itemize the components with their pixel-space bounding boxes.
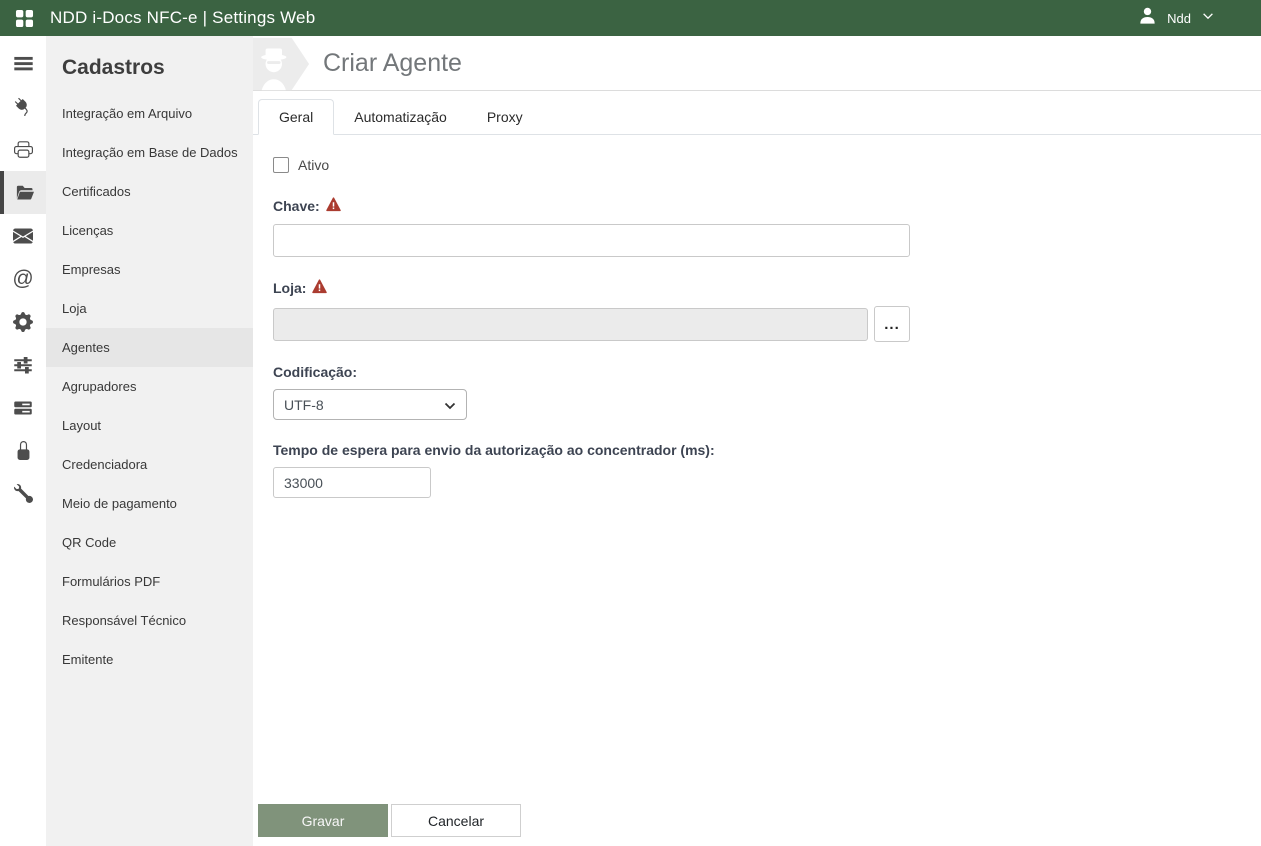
envelope-icon[interactable]: [0, 214, 46, 257]
warning-icon: [325, 197, 341, 215]
page-header: Criar Agente: [253, 36, 1261, 91]
ativo-field: Ativo: [273, 157, 1241, 173]
chave-input[interactable]: [273, 224, 910, 257]
tab-proxy[interactable]: Proxy: [467, 100, 543, 134]
loja-input: [273, 307, 868, 341]
plug-icon[interactable]: [0, 85, 46, 128]
chevron-down-icon: [444, 397, 456, 413]
user-menu[interactable]: Ndd: [1138, 6, 1215, 30]
loja-field: Loja: ...: [273, 279, 1241, 342]
sidebar-title: Cadastros: [62, 56, 165, 79]
agent-form: Ativo Chave: Loja: ... Codificação: UTF-…: [253, 135, 1261, 804]
ativo-label: Ativo: [298, 157, 330, 173]
chave-field: Chave:: [273, 197, 1241, 257]
sidebar-item-integracao-arquivo[interactable]: Integração em Arquivo: [46, 94, 253, 133]
gear-icon[interactable]: [0, 300, 46, 343]
chave-label: Chave:: [273, 198, 320, 214]
printer-icon[interactable]: [0, 128, 46, 171]
user-icon: [1138, 6, 1157, 30]
sidebar-item-credenciadora[interactable]: Credenciadora: [46, 445, 253, 484]
cancel-button[interactable]: Cancelar: [391, 804, 521, 837]
folder-open-icon[interactable]: [0, 171, 46, 214]
sidebar-item-empresas[interactable]: Empresas: [46, 250, 253, 289]
chevron-down-icon: [1201, 9, 1215, 28]
topbar: NDD i-Docs NFC-e | Settings Web Ndd: [0, 0, 1261, 36]
main-content: Criar Agente Geral Automatização Proxy A…: [253, 36, 1261, 846]
tab-automatizacao[interactable]: Automatização: [334, 100, 467, 134]
sidebar: Cadastros Integração em Arquivo Integraç…: [46, 36, 253, 846]
menu-icon[interactable]: [0, 42, 46, 85]
lock-icon[interactable]: [0, 429, 46, 472]
loja-label: Loja:: [273, 280, 307, 296]
save-button[interactable]: Gravar: [258, 804, 388, 837]
tempo-espera-label: Tempo de espera para envio da autorizaçã…: [273, 442, 715, 458]
tab-geral[interactable]: Geral: [258, 99, 335, 135]
sidebar-item-certificados[interactable]: Certificados: [46, 172, 253, 211]
wrench-icon[interactable]: [0, 472, 46, 515]
form-actions: Gravar Cancelar: [253, 804, 1261, 846]
sidebar-item-formularios-pdf[interactable]: Formulários PDF: [46, 562, 253, 601]
at-icon[interactable]: @: [0, 257, 46, 300]
sidebar-item-integracao-base-dados[interactable]: Integração em Base de Dados: [46, 133, 253, 172]
app-title: NDD i-Docs NFC-e | Settings Web: [50, 8, 316, 27]
codificacao-label: Codificação:: [273, 364, 358, 380]
tempo-espera-input[interactable]: [273, 467, 431, 498]
user-name: Ndd: [1167, 10, 1191, 26]
sidebar-item-meio-pagamento[interactable]: Meio de pagamento: [46, 484, 253, 523]
icon-rail: @: [0, 36, 46, 846]
sidebar-item-layout[interactable]: Layout: [46, 406, 253, 445]
app-window: NDD i-Docs NFC-e | Settings Web Ndd @ Ca…: [0, 0, 1261, 846]
server-icon[interactable]: [0, 386, 46, 429]
tab-bar: Geral Automatização Proxy: [253, 91, 1261, 135]
sidebar-item-emitente[interactable]: Emitente: [46, 640, 253, 679]
sidebar-item-agrupadores[interactable]: Agrupadores: [46, 367, 253, 406]
sidebar-item-responsavel-tecnico[interactable]: Responsável Técnico: [46, 601, 253, 640]
codificacao-selected-value: UTF-8: [284, 396, 324, 413]
loja-browse-button[interactable]: ...: [874, 306, 910, 342]
sliders-icon[interactable]: [0, 343, 46, 386]
sidebar-item-qr-code[interactable]: QR Code: [46, 523, 253, 562]
ativo-checkbox[interactable]: [273, 157, 289, 173]
agent-spy-icon: [253, 37, 311, 91]
apps-grid-icon[interactable]: [14, 8, 35, 29]
sidebar-item-licencas[interactable]: Licenças: [46, 211, 253, 250]
sidebar-item-agentes[interactable]: Agentes: [46, 328, 253, 367]
codificacao-field: Codificação: UTF-8: [273, 364, 1241, 420]
codificacao-select[interactable]: UTF-8: [273, 389, 467, 420]
tempo-espera-field: Tempo de espera para envio da autorizaçã…: [273, 442, 1241, 498]
warning-icon: [312, 279, 328, 297]
page-title: Criar Agente: [323, 48, 462, 77]
sidebar-item-loja[interactable]: Loja: [46, 289, 253, 328]
